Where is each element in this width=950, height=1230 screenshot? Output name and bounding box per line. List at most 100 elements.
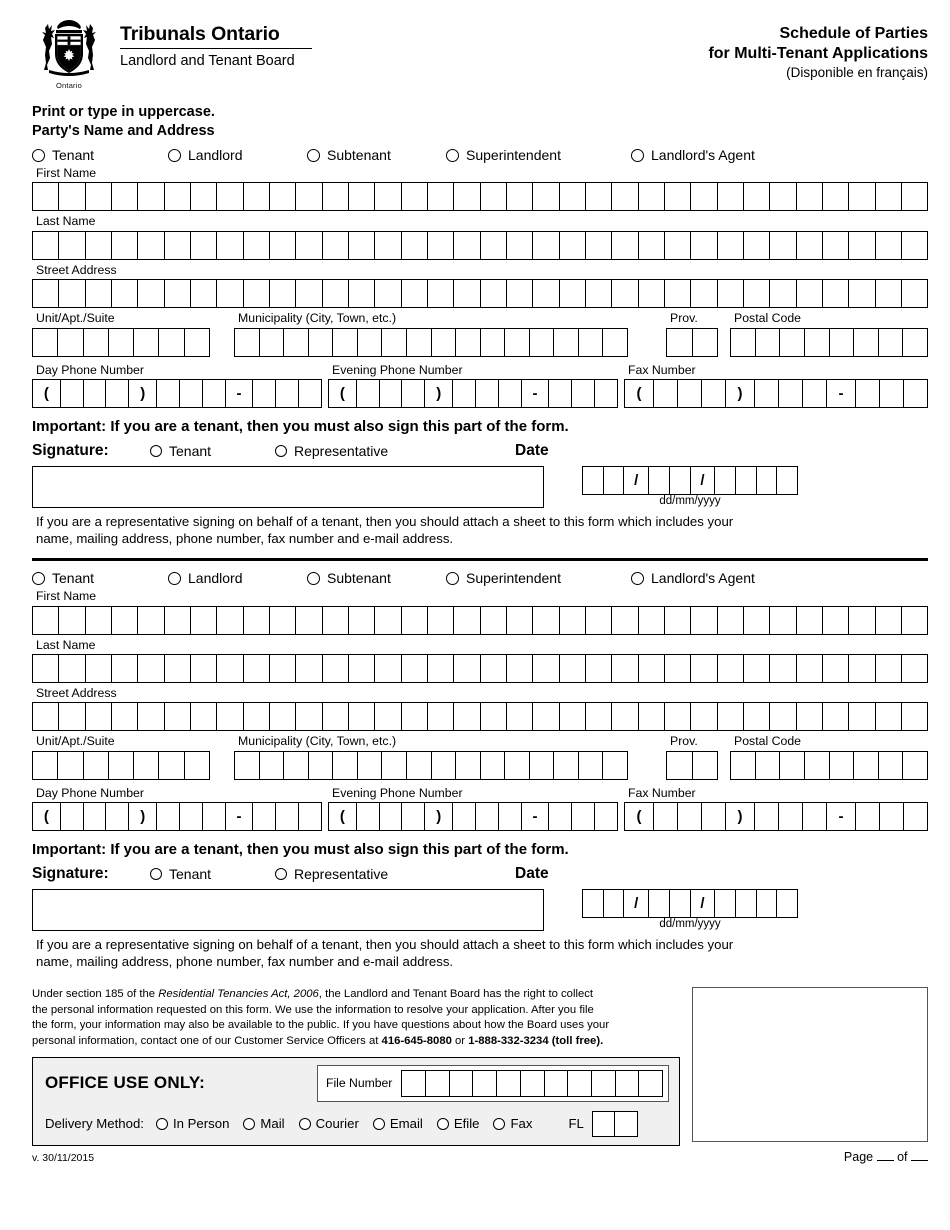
char-box[interactable] [579, 751, 604, 779]
char-box[interactable] [797, 703, 823, 731]
char-box[interactable] [180, 803, 203, 830]
char-box[interactable] [744, 280, 771, 308]
char-box[interactable] [402, 379, 426, 407]
char-box[interactable] [715, 890, 737, 917]
char-box[interactable] [849, 703, 876, 731]
char-box[interactable] [270, 654, 297, 682]
char-box[interactable] [217, 654, 244, 682]
char-box[interactable] [586, 183, 613, 211]
char-box[interactable] [86, 280, 112, 308]
postal-code-boxes-1[interactable] [730, 327, 928, 357]
char-box[interactable] [454, 703, 481, 731]
char-box[interactable] [309, 328, 334, 356]
char-box[interactable] [106, 379, 130, 407]
char-box[interactable] [217, 606, 244, 634]
char-box[interactable] [803, 803, 827, 830]
char-box[interactable] [454, 654, 481, 682]
char-box[interactable] [560, 280, 586, 308]
char-box[interactable] [191, 231, 218, 259]
char-box[interactable] [138, 231, 165, 259]
party-role-landlord[interactable]: Landlord [168, 147, 307, 163]
char-box[interactable] [639, 231, 665, 259]
char-box[interactable] [612, 280, 639, 308]
unit-boxes-1[interactable] [32, 327, 210, 357]
char-box[interactable] [296, 183, 323, 211]
char-box[interactable] [880, 379, 904, 407]
char-box[interactable] [86, 606, 112, 634]
signature-box-2[interactable] [32, 889, 544, 931]
char-box[interactable] [112, 606, 139, 634]
fax-boxes-1[interactable]: () - [624, 378, 928, 408]
char-box[interactable] [402, 231, 428, 259]
char-box[interactable] [349, 703, 376, 731]
char-box[interactable] [586, 280, 613, 308]
char-box[interactable] [586, 703, 613, 731]
char-box[interactable] [428, 183, 455, 211]
char-box[interactable] [33, 606, 60, 634]
page-blank-total[interactable] [911, 1159, 928, 1161]
char-box[interactable] [823, 654, 850, 682]
char-box[interactable] [382, 328, 407, 356]
char-box[interactable] [380, 379, 403, 407]
char-box[interactable] [497, 1070, 521, 1096]
char-box[interactable] [718, 654, 744, 682]
char-box[interactable] [138, 606, 165, 634]
delivery-option-fax[interactable]: Fax [493, 1116, 532, 1131]
char-box[interactable] [159, 751, 185, 779]
signature-radio-tenant-1[interactable]: Tenant [150, 443, 275, 459]
last-name-boxes-1[interactable] [32, 230, 928, 260]
char-box[interactable] [112, 183, 139, 211]
char-box[interactable] [284, 328, 309, 356]
char-box[interactable] [612, 654, 639, 682]
char-box[interactable] [270, 606, 297, 634]
char-box[interactable] [533, 703, 560, 731]
char-box[interactable] [244, 231, 270, 259]
char-box[interactable] [270, 703, 297, 731]
char-box[interactable] [59, 183, 86, 211]
char-box[interactable] [165, 654, 191, 682]
char-box[interactable] [770, 183, 797, 211]
char-box[interactable] [797, 280, 823, 308]
char-box[interactable] [718, 606, 744, 634]
char-box[interactable] [428, 280, 455, 308]
char-box[interactable] [357, 379, 380, 407]
char-box[interactable] [560, 703, 586, 731]
char-box[interactable] [58, 328, 84, 356]
char-box[interactable] [639, 654, 665, 682]
char-box[interactable] [755, 379, 779, 407]
radio-circle-icon[interactable] [446, 148, 459, 162]
party-role-tenant[interactable]: Tenant [32, 147, 168, 163]
char-box[interactable] [533, 654, 560, 682]
prov-boxes-2[interactable] [666, 750, 718, 780]
char-box[interactable] [612, 606, 639, 634]
char-box[interactable] [481, 280, 507, 308]
char-box[interactable] [755, 803, 779, 830]
char-box[interactable] [649, 466, 670, 494]
char-box[interactable] [86, 703, 112, 731]
char-box[interactable] [375, 703, 402, 731]
char-box[interactable] [180, 379, 203, 407]
char-box[interactable] [203, 379, 226, 407]
char-box[interactable] [61, 803, 84, 830]
party-role-landlord-s-agent[interactable]: Landlord's Agent [631, 570, 755, 586]
char-box[interactable] [217, 703, 244, 731]
fl-boxes[interactable] [591, 1110, 638, 1137]
char-box[interactable] [380, 803, 403, 830]
char-box[interactable] [276, 379, 300, 407]
radio-circle-icon[interactable] [155, 1117, 168, 1130]
date-boxes-2[interactable]: / / [582, 889, 798, 918]
char-box[interactable] [823, 183, 850, 211]
char-box[interactable] [203, 803, 226, 830]
char-box[interactable] [560, 231, 586, 259]
char-box[interactable] [595, 380, 617, 407]
char-box[interactable] [902, 607, 927, 634]
char-box[interactable] [583, 466, 604, 494]
char-box[interactable] [780, 328, 805, 356]
char-box[interactable] [244, 654, 270, 682]
date-boxes-1[interactable]: / / [582, 465, 798, 495]
char-box[interactable] [770, 703, 797, 731]
char-box[interactable] [797, 654, 823, 682]
char-box[interactable] [693, 329, 718, 356]
char-box[interactable] [481, 654, 507, 682]
party-role-landlord-s-agent[interactable]: Landlord's Agent [631, 147, 755, 163]
